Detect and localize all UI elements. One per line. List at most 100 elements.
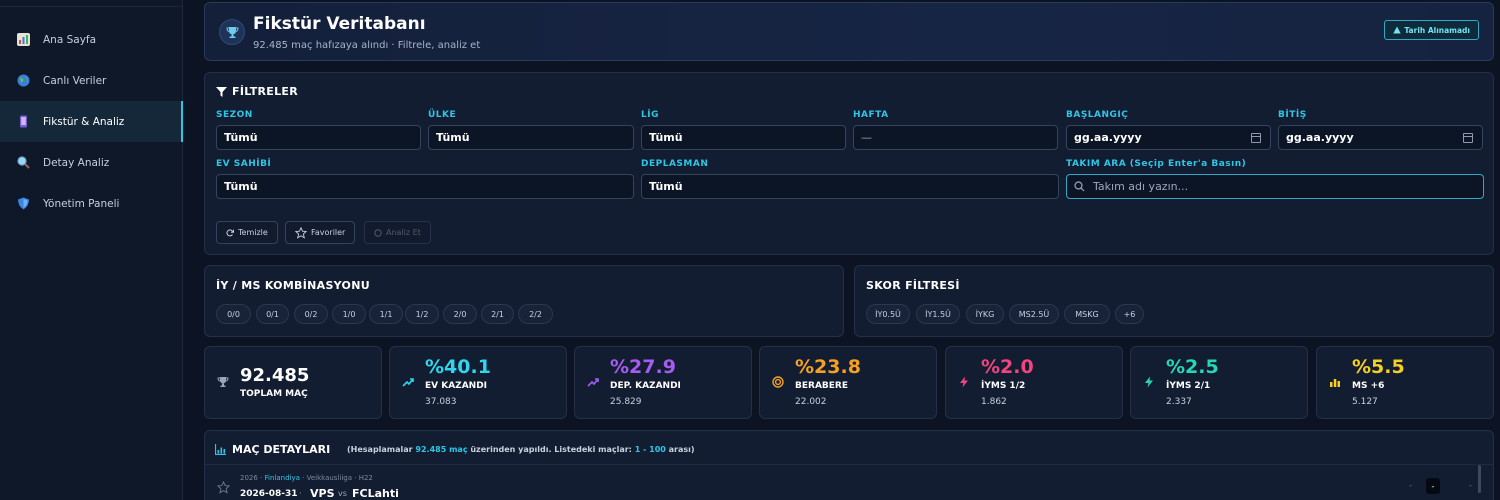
sidebar-item-detay-analiz[interactable]: Detay Analiz [0,142,183,183]
baslangic-date-value: gg.aa.yyyy [1074,131,1142,144]
iyms-combination-title: İY / MS KOMBİNASYONU [216,279,370,292]
stat-card-home-win: %40.1 EV KAZANDI 37.083 [389,346,567,419]
iyms-chip[interactable]: 1/0 [332,304,366,324]
star-icon [295,226,307,239]
ev-sahibi-label: EV SAHİBİ [216,159,272,169]
baslangic-date-input[interactable]: gg.aa.yyyy [1066,125,1271,150]
match-vs: vs [338,489,347,498]
sidebar-item-canli-veriler[interactable]: Canlı Veriler [0,60,183,101]
score-filter-title: SKOR FİLTRESİ [866,279,960,292]
target-icon [772,376,784,388]
sidebar-item-ana-sayfa[interactable]: Ana Sayfa [0,19,183,60]
trophy-icon [217,376,229,388]
favorites-button-label: Favoriler [311,228,346,237]
globe-icon [16,74,30,88]
sezon-select[interactable]: Tümü [216,125,421,150]
ulke-select[interactable]: Tümü [428,125,634,150]
match-details-title: MAÇ DETAYLARI [215,443,330,456]
calendar-icon[interactable] [1251,133,1261,143]
filters-panel: FİLTRELER SEZON ÜLKE LİG HAFTA BAŞLANGIÇ… [204,72,1494,255]
sezon-label: SEZON [216,110,253,120]
stat-value: %23.8 [795,356,861,378]
deplasman-select[interactable]: Tümü [641,174,1059,199]
takim-search-placeholder: Takım adı yazın... [1093,180,1189,193]
trend-up-icon [402,376,414,388]
match-list-scrollbar[interactable] [1478,465,1481,493]
score-chip[interactable]: MS2.5Ü [1009,304,1059,324]
stat-value: 92.485 [240,365,310,386]
takim-search-input[interactable]: Takım adı yazın... [1066,174,1484,199]
stat-card-total: 92.485 TOPLAM MAÇ [204,346,382,419]
page-title: Fikstür Veritabanı [253,14,426,34]
match-separator: · [299,489,302,499]
iyms-chip[interactable]: 0/1 [256,304,289,324]
analyze-button-label: Analiz Et [386,228,421,237]
sidebar: Ana Sayfa Canlı Veriler Fikstür & Analiz… [0,0,183,500]
sidebar-item-label: Ana Sayfa [43,33,97,46]
iyms-chip[interactable]: 2/0 [443,304,477,324]
sidebar-item-fikstur-analiz[interactable]: Fikstür & Analiz [0,101,183,142]
match-details-title-label: MAÇ DETAYLARI [232,443,331,456]
refresh-icon [226,228,234,236]
match-details-panel: MAÇ DETAYLARI (Hesaplamalar 92.485 maç ü… [204,430,1494,500]
score-chip[interactable]: İY1.5Ü [916,304,960,324]
ev-sahibi-select[interactable]: Tümü [216,174,634,199]
sidebar-item-yonetim-paneli[interactable]: Yönetim Paneli [0,183,183,224]
iyms-chip[interactable]: 1/2 [405,304,439,324]
stat-card-draw: %23.8 BERABERE 22.002 [759,346,937,419]
calendar-icon[interactable] [1463,133,1473,143]
lig-select[interactable]: Tümü [641,125,846,150]
match-details-note: (Hesaplamalar 92.485 maç üzerinden yapıl… [347,445,695,454]
filters-title-label: FİLTRELER [232,85,298,98]
bitis-date-input[interactable]: gg.aa.yyyy [1278,125,1483,150]
match-away-team[interactable]: FCLahti [352,487,399,500]
iyms-combination-panel: İY / MS KOMBİNASYONU 0/0 0/1 0/2 1/0 1/1… [204,265,844,337]
hafta-select[interactable]: — [853,125,1058,150]
date-status-button[interactable]: Tarih Alınamadı [1384,20,1479,40]
iyms-chip[interactable]: 0/0 [216,304,251,324]
match-date: 2026-08-31 [240,489,298,499]
note-middle: üzerinden yapıldı. Listedeki maçlar: [470,445,632,454]
ulke-label: ÜLKE [428,110,457,120]
favorite-star-icon[interactable] [217,481,230,494]
search-icon [1074,181,1085,192]
sidebar-top-divider [0,0,183,7]
stat-label: DEP. KAZANDI [610,381,681,391]
date-status-label: Tarih Alınamadı [1404,25,1470,35]
score-filter-panel: SKOR FİLTRESİ İY0.5Ü İY1.5Ü İYKG MS2.5Ü … [854,265,1494,337]
stat-value: %5.5 [1352,356,1405,378]
iyms-chip[interactable]: 2/1 [481,304,514,324]
score-chip[interactable]: İY0.5Ü [866,304,910,324]
sidebar-item-label: Fikstür & Analiz [43,115,125,128]
match-score: - [1426,478,1440,494]
score-chip[interactable]: +6 [1115,304,1144,324]
stat-count: 2.337 [1166,397,1192,407]
note-suffix: arası) [668,445,695,454]
iyms-chip[interactable]: 0/2 [294,304,328,324]
phone-icon [16,115,30,129]
stat-card-away-win: %27.9 DEP. KAZANDI 25.829 [574,346,752,419]
hafta-label: HAFTA [853,110,889,120]
baslangic-label: BAŞLANGIÇ [1066,110,1129,120]
stat-value: %2.0 [981,356,1034,378]
stat-count: 22.002 [795,397,827,407]
iyms-chip[interactable]: 1/1 [369,304,403,324]
score-chip[interactable]: İYKG [966,304,1004,324]
stat-card-iyms-1-2: %2.0 İYMS 1/2 1.862 [945,346,1123,419]
bitis-date-value: gg.aa.yyyy [1286,131,1354,144]
analyze-button[interactable]: Analiz Et [364,221,431,244]
bolt-icon [1143,376,1155,388]
iyms-chip[interactable]: 2/2 [518,304,553,324]
score-chip[interactable]: MSKG [1064,304,1110,324]
match-home-team[interactable]: VPS [310,487,335,500]
bar-chart-icon [16,33,30,47]
stat-label: TOPLAM MAÇ [240,389,308,399]
deplasman-label: DEPLASMAN [641,159,709,169]
match-country: Finlandiya [264,474,300,482]
stat-label: EV KAZANDI [425,381,488,391]
clear-button[interactable]: Temizle [216,221,278,244]
favorites-button[interactable]: Favoriler [285,221,356,244]
match-meta: 2026 · Finlandiya · Veikkausliiga · H22 [240,474,373,482]
sidebar-item-label: Detay Analiz [43,156,110,169]
match-details-divider [205,464,1493,465]
